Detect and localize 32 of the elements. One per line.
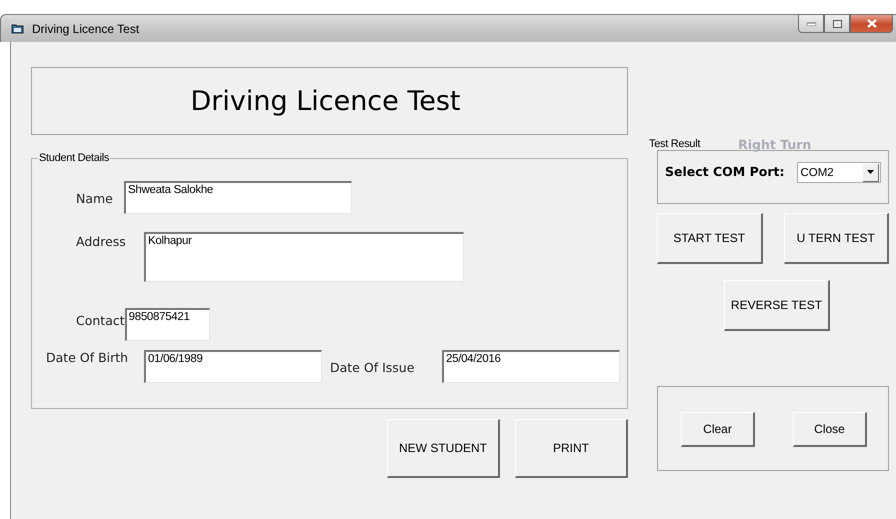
field-label: Address [75,233,127,249]
close-icon [866,19,876,28]
app-heading: Driving Licence Test [190,86,461,116]
com-port-dropdown[interactable]: COM2 [797,162,882,183]
result-label: Test Result [649,138,700,150]
field-label: Date Of Birth [45,350,130,365]
window-title: Driving Licence Test [32,22,140,36]
group-title: Student Details [38,152,110,164]
reverse-test-button[interactable]: REVERSE TEST [724,280,830,331]
minimize-icon [806,22,816,26]
test-button[interactable]: START TEST [657,213,762,264]
action-button[interactable]: Close [793,412,867,447]
maximize-button[interactable] [824,14,850,33]
result-value: Right Turn [738,136,812,152]
test-button[interactable]: U TERN TEST [784,213,889,264]
field-label: Name [75,190,114,206]
text-field[interactable]: 01/06/1989 [144,350,322,383]
text-field[interactable]: Shweata Salokhe [124,181,352,214]
maximize-icon [832,20,842,28]
field-label: Contact [75,312,125,328]
text-field[interactable]: 9850875421 [124,308,210,341]
com-port-label: Select COM Port: [665,164,784,179]
text-field[interactable]: 25/04/2016 [442,350,620,383]
action-button[interactable]: Clear [681,412,755,447]
minimize-button[interactable] [798,14,824,33]
text-field[interactable]: Kolhapur [144,232,464,282]
field-label: Date Of Issue [329,359,416,375]
close-button[interactable] [850,14,893,33]
dropdown-arrow-icon [867,170,874,174]
form-button[interactable]: PRINT [515,419,628,478]
window-icon [11,23,24,34]
form-button[interactable]: NEW STUDENT [387,419,500,478]
